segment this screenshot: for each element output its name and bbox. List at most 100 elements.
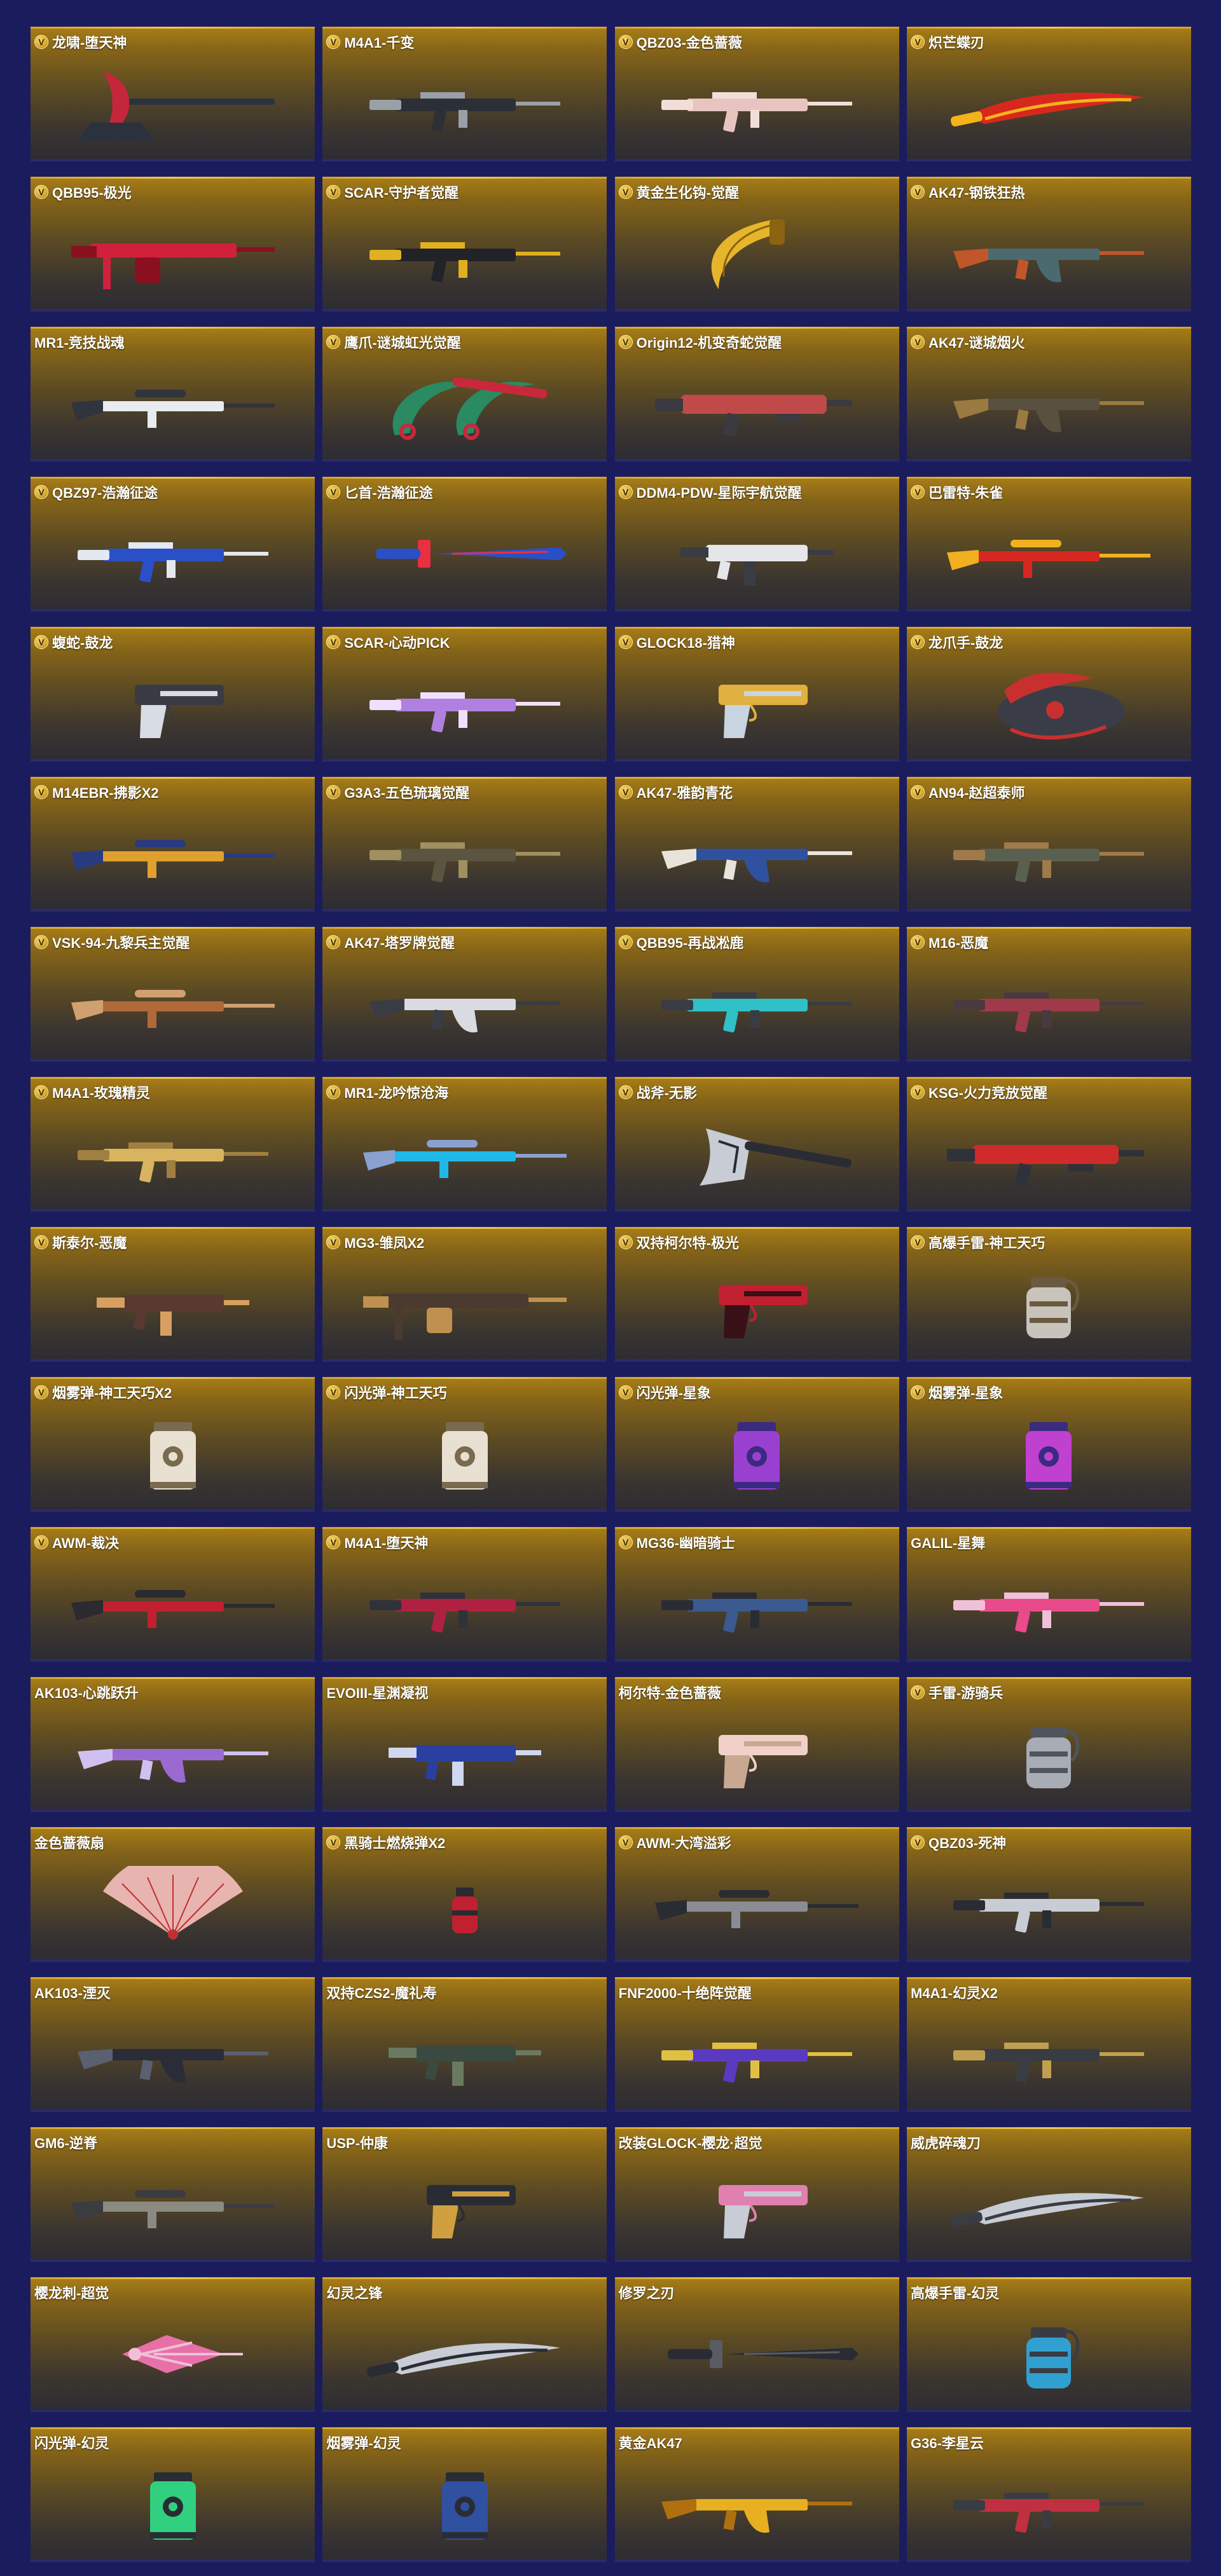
weapon-name: 蝮蛇-鼓龙 xyxy=(52,635,113,651)
weapon-card[interactable]: V 黑骑士燃烧弹X2 xyxy=(322,1827,607,1962)
weapon-name: M4A1-千变 xyxy=(344,35,415,51)
weapon-card[interactable]: G36-李星云 xyxy=(906,2427,1191,2562)
weapon-name: 双持CZS2-魔礼寿 xyxy=(326,1985,437,2001)
weapon-card[interactable]: V 双持柯尔特-极光 xyxy=(614,1227,899,1362)
weapon-name-row: V 匕首-浩瀚征途 xyxy=(326,482,433,502)
weapon-card[interactable]: V GLOCK18-猎神 xyxy=(614,627,899,762)
weapon-name-row: V M16-恶魔 xyxy=(910,932,989,952)
weapon-image xyxy=(357,65,573,142)
weapon-card[interactable]: V 黄金生化钩-觉醒 xyxy=(614,177,899,312)
weapon-card[interactable]: 金色蔷薇扇 xyxy=(31,1827,315,1962)
weapon-image xyxy=(941,1416,1157,1492)
weapon-card[interactable]: V 高爆手雷-神工天巧 xyxy=(906,1227,1191,1362)
weapon-name: 高爆手雷-幻灵 xyxy=(910,2285,1000,2301)
weapon-card[interactable]: GALIL-星舞 xyxy=(906,1527,1191,1662)
weapon-name-row: 威虎碎魂刀 xyxy=(911,2132,981,2153)
weapon-card[interactable]: V M4A1-千变 xyxy=(322,27,607,161)
weapon-image xyxy=(357,516,573,592)
weapon-card[interactable]: 柯尔特-金色蔷薇 xyxy=(614,1677,899,1812)
weapon-card[interactable]: AK103-心跳跃升 xyxy=(31,1677,315,1812)
weapon-card[interactable]: 威虎碎魂刀 xyxy=(906,2127,1191,2262)
weapon-card[interactable]: V DDM4-PDW-星际宇航觉醒 xyxy=(614,477,899,612)
weapon-card[interactable]: MR1-竞技战魂 xyxy=(31,327,315,462)
weapon-card[interactable]: V M4A1-堕天神 xyxy=(322,1527,607,1662)
weapon-card[interactable]: V SCAR-心动PICK xyxy=(322,627,607,762)
weapon-card[interactable]: V QBZ03-死神 xyxy=(906,1827,1191,1962)
weapon-name: M16-恶魔 xyxy=(928,935,989,951)
weapon-card[interactable]: V 龙啸-堕天神 xyxy=(31,27,315,161)
weapon-card[interactable]: V M4A1-玫瑰精灵 xyxy=(31,1077,315,1212)
weapon-card[interactable]: V AN94-赵超泰师 xyxy=(906,777,1191,912)
weapon-name: M14EBR-拂影X2 xyxy=(52,785,159,801)
weapon-card[interactable]: V QBB95-极光 xyxy=(31,177,315,312)
weapon-image xyxy=(65,816,281,892)
weapon-card[interactable]: 幻灵之锋 xyxy=(322,2277,607,2412)
weapon-name-row: V 高爆手雷-神工天巧 xyxy=(910,1232,1045,1252)
weapon-card[interactable]: V AK47-雅韵青花 xyxy=(614,777,899,912)
weapon-card[interactable]: 高爆手雷-幻灵 xyxy=(906,2277,1191,2412)
weapon-card[interactable]: V 龙爪手-鼓龙 xyxy=(906,627,1191,762)
weapon-card[interactable]: V 斯泰尔-恶魔 xyxy=(31,1227,315,1362)
weapon-card[interactable]: V QBZ97-浩瀚征途 xyxy=(31,477,315,612)
weapon-card[interactable]: V MG36-幽暗骑士 xyxy=(614,1527,899,1662)
weapon-name-row: GALIL-星舞 xyxy=(911,1532,985,1552)
weapon-card[interactable]: V AK47-谜城烟火 xyxy=(906,327,1191,462)
weapon-name: MR1-龙吟惊沧海 xyxy=(344,1085,449,1101)
weapon-card[interactable]: V AK47-钢铁狂热 xyxy=(906,177,1191,312)
weapon-name-row: 烟雾弹-幻灵 xyxy=(326,2432,401,2453)
weapon-card[interactable]: V QBZ03-金色蔷薇 xyxy=(614,27,899,161)
weapon-card[interactable]: V 闪光弹-神工天巧 xyxy=(322,1377,607,1512)
weapon-name-row: V AN94-赵超泰师 xyxy=(910,782,1025,802)
weapon-name-row: V 烟雾弹-神工天巧X2 xyxy=(34,1382,172,1402)
weapon-card[interactable]: V 炽芒蝶刃 xyxy=(906,27,1191,161)
weapon-card[interactable]: 烟雾弹-幻灵 xyxy=(322,2427,607,2562)
weapon-card[interactable]: V AWM-大湾溢彩 xyxy=(614,1827,899,1962)
weapon-card[interactable]: M4A1-幻灵X2 xyxy=(906,1977,1191,2112)
weapon-name: G36-李星云 xyxy=(910,2436,984,2451)
weapon-card[interactable]: 修罗之刃 xyxy=(614,2277,899,2412)
weapon-card[interactable]: V M14EBR-拂影X2 xyxy=(31,777,315,912)
weapon-card[interactable]: V MG3-雏凤X2 xyxy=(322,1227,607,1362)
weapon-name-row: V QBZ03-金色蔷薇 xyxy=(618,32,742,52)
weapon-card[interactable]: V 匕首-浩瀚征途 xyxy=(322,477,607,612)
weapon-card[interactable]: V KSG-火力竞放觉醒 xyxy=(906,1077,1191,1212)
weapon-card[interactable]: 樱龙刺-超觉 xyxy=(31,2277,315,2412)
weapon-card[interactable]: V VSK-94-九黎兵主觉醒 xyxy=(31,927,315,1062)
weapon-card[interactable]: V SCAR-守护者觉醒 xyxy=(322,177,607,312)
weapon-card[interactable]: 改装GLOCK-樱龙·超觉 xyxy=(614,2127,899,2262)
weapon-card[interactable]: V AK47-塔罗牌觉醒 xyxy=(322,927,607,1062)
weapon-image xyxy=(649,1716,865,1792)
weapon-card[interactable]: V 烟雾弹-星象 xyxy=(906,1377,1191,1512)
weapon-name-row: V 闪光弹-神工天巧 xyxy=(326,1382,447,1402)
weapon-card[interactable]: V QBB95-再战凇鹿 xyxy=(614,927,899,1062)
weapon-card[interactable]: EVOIII-星渊凝视 xyxy=(322,1677,607,1812)
weapon-image xyxy=(357,2166,573,2242)
weapon-card[interactable]: 双持CZS2-魔礼寿 xyxy=(322,1977,607,2112)
weapon-card[interactable]: V 闪光弹-星象 xyxy=(614,1377,899,1512)
weapon-name-row: V QBB95-再战凇鹿 xyxy=(618,932,743,952)
weapon-card[interactable]: 闪光弹-幻灵 xyxy=(31,2427,315,2562)
weapon-card[interactable]: V 鹰爪-谜城虹光觉醒 xyxy=(322,327,607,462)
weapon-card[interactable]: 黄金AK47 xyxy=(614,2427,899,2562)
weapon-image xyxy=(649,65,865,142)
weapon-card[interactable]: AK103-湮灭 xyxy=(31,1977,315,2112)
weapon-image xyxy=(941,2166,1157,2242)
weapon-card[interactable]: V MR1-龙吟惊沧海 xyxy=(322,1077,607,1212)
weapon-name-row: 柯尔特-金色蔷薇 xyxy=(619,1682,721,1702)
weapon-card[interactable]: V G3A3-五色琉璃觉醒 xyxy=(322,777,607,912)
weapon-card[interactable]: V 战斧-无影 xyxy=(614,1077,899,1212)
weapon-name: 高爆手雷-神工天巧 xyxy=(928,1235,1045,1251)
weapon-card[interactable]: V 烟雾弹-神工天巧X2 xyxy=(31,1377,315,1512)
weapon-card[interactable]: V AWM-裁决 xyxy=(31,1527,315,1662)
vip-mg-icon: V xyxy=(34,185,48,199)
weapon-card[interactable]: V 手雷-游骑兵 xyxy=(906,1677,1191,1812)
weapon-name: KSG-火力竞放觉醒 xyxy=(928,1085,1047,1101)
weapon-card[interactable]: GM6-逆脊 xyxy=(31,2127,315,2262)
weapon-card[interactable]: V 蝮蛇-鼓龙 xyxy=(31,627,315,762)
weapon-card[interactable]: USP-仲康 xyxy=(322,2127,607,2262)
weapon-card[interactable]: V 巴雷特-朱雀 xyxy=(906,477,1191,612)
weapon-card[interactable]: V Origin12-机变奇蛇觉醒 xyxy=(614,327,899,462)
weapon-card[interactable]: V M16-恶魔 xyxy=(906,927,1191,1062)
weapon-name: 龙爪手-鼓龙 xyxy=(928,635,1004,651)
weapon-card[interactable]: FNF2000-十绝阵觉醒 xyxy=(614,1977,899,2112)
